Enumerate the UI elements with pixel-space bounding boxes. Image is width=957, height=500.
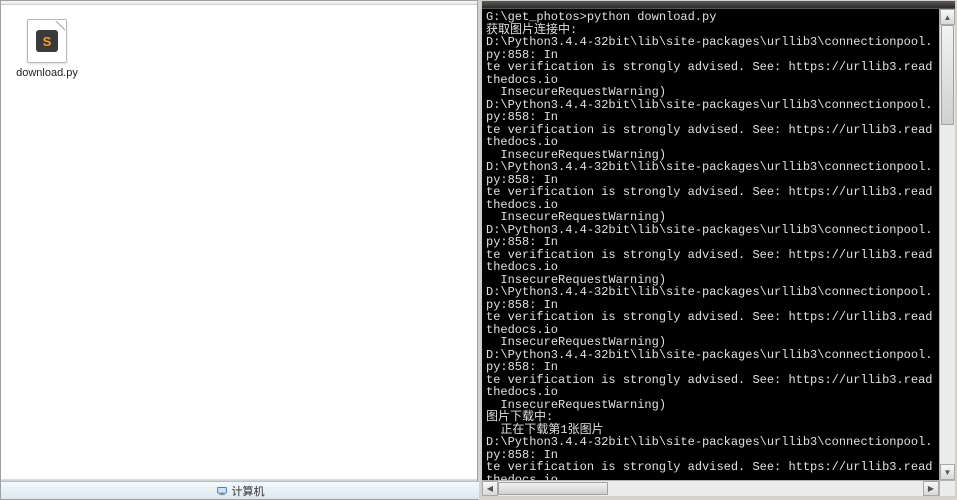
explorer-statusbar: 计算机 <box>1 481 479 499</box>
terminal-line: te verification is strongly advised. See… <box>486 186 935 211</box>
statusbar-computer-item[interactable]: 计算机 <box>208 482 273 499</box>
scroll-right-button[interactable]: ▶ <box>923 481 939 496</box>
computer-icon <box>216 485 228 497</box>
terminal-vertical-scrollbar[interactable]: ▲ ▼ <box>939 9 955 480</box>
terminal-line: te verification is strongly advised. See… <box>486 461 935 480</box>
terminal-line: InsecureRequestWarning) <box>486 211 935 224</box>
terminal-line: te verification is strongly advised. See… <box>486 249 935 274</box>
scroll-thumb-horizontal[interactable] <box>498 482 608 495</box>
terminal-line: te verification is strongly advised. See… <box>486 311 935 336</box>
terminal-line: InsecureRequestWarning) <box>486 336 935 349</box>
terminal-titlebar[interactable] <box>482 1 955 9</box>
terminal-line: D:\Python3.4.4-32bit\lib\site-packages\u… <box>486 36 935 61</box>
scroll-down-button[interactable]: ▼ <box>940 464 955 480</box>
scroll-thumb-vertical[interactable] <box>941 25 954 125</box>
terminal-line: D:\Python3.4.4-32bit\lib\site-packages\u… <box>486 99 935 124</box>
scroll-left-button[interactable]: ◀ <box>482 481 498 496</box>
terminal-line: G:\get_photos>python download.py <box>486 11 935 24</box>
file-icon-graphic: S <box>27 19 67 63</box>
terminal-line: InsecureRequestWarning) <box>486 399 935 412</box>
terminal-line: D:\Python3.4.4-32bit\lib\site-packages\u… <box>486 224 935 249</box>
sublime-badge-icon: S <box>36 30 58 52</box>
terminal-horizontal-scrollbar[interactable]: ◀ ▶ <box>482 480 939 496</box>
terminal-line: te verification is strongly advised. See… <box>486 124 935 149</box>
terminal-line: 图片下载中: <box>486 411 935 424</box>
file-item-download-py[interactable]: S download.py <box>11 15 83 85</box>
terminal-line: te verification is strongly advised. See… <box>486 61 935 86</box>
terminal-line: D:\Python3.4.4-32bit\lib\site-packages\u… <box>486 286 935 311</box>
scrollbar-corner <box>939 480 955 496</box>
command-prompt-window: G:\get_photos>python download.py获取图片连接中:… <box>480 0 957 498</box>
terminal-line: D:\Python3.4.4-32bit\lib\site-packages\u… <box>486 161 935 186</box>
terminal-line: te verification is strongly advised. See… <box>486 374 935 399</box>
file-label: download.py <box>16 67 78 81</box>
terminal-line: InsecureRequestWarning) <box>486 86 935 99</box>
file-explorer-window: S download.py 计算机 <box>0 0 478 500</box>
terminal-line: D:\Python3.4.4-32bit\lib\site-packages\u… <box>486 349 935 374</box>
explorer-content-area[interactable]: S download.py <box>1 5 477 479</box>
scroll-up-button[interactable]: ▲ <box>940 9 955 25</box>
statusbar-computer-label: 计算机 <box>232 483 265 499</box>
terminal-line: D:\Python3.4.4-32bit\lib\site-packages\u… <box>486 436 935 461</box>
terminal-output[interactable]: G:\get_photos>python download.py获取图片连接中:… <box>482 9 939 480</box>
